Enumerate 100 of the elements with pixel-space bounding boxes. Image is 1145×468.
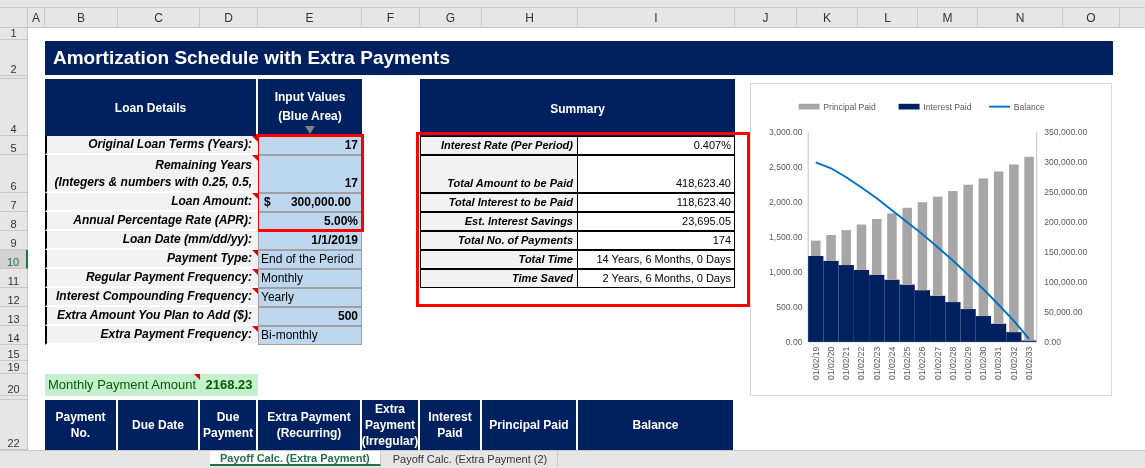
field-label: Annual Percentage Rate (APR): — [45, 212, 258, 231]
field-value[interactable]: 17 — [258, 155, 362, 193]
column-header[interactable]: L — [858, 8, 918, 28]
legend-label: Interest Paid — [923, 101, 972, 112]
axis-label: 01/02/32 — [1008, 346, 1019, 380]
row-header[interactable]: 6 — [0, 155, 28, 193]
interest-bar — [930, 295, 946, 342]
principal-bar — [841, 230, 851, 266]
column-header[interactable]: H — [482, 8, 578, 28]
table-header: Extra Payment (Recurring) — [258, 400, 362, 450]
axis-label: 01/02/26 — [917, 346, 928, 380]
principal-bar — [811, 240, 821, 256]
axis-label: 2,500.00 — [769, 162, 803, 173]
column-header[interactable]: G — [420, 8, 482, 28]
axis-label: 350,000.00 — [1044, 127, 1088, 138]
field-label: Loan Amount: — [45, 193, 258, 212]
field-value[interactable]: $ 300,000.00 — [258, 193, 362, 212]
header-filler — [1120, 8, 1145, 28]
row-header[interactable]: 2 — [0, 40, 28, 76]
axis-label: 01/02/27 — [932, 346, 943, 380]
column-header[interactable]: K — [797, 8, 858, 28]
column-header[interactable]: D — [200, 8, 258, 28]
axis-label: 1,000.00 — [769, 266, 803, 277]
column-header[interactable]: J — [735, 8, 797, 28]
column-header[interactable]: A — [28, 8, 45, 28]
row-header[interactable]: 7 — [0, 193, 28, 212]
summary-value: 0.407% — [578, 136, 735, 155]
axis-label: 01/02/31 — [993, 346, 1004, 380]
field-label: Original Loan Terms (Years): — [45, 136, 258, 155]
table-header: Extra Payment (Irregular) — [362, 400, 420, 450]
field-value[interactable]: Yearly — [258, 288, 362, 307]
axis-label: 2,000.00 — [769, 197, 803, 208]
select-all-corner[interactable] — [0, 8, 28, 28]
axis-label: 01/02/24 — [886, 346, 897, 380]
axis-label: 01/02/25 — [902, 346, 913, 380]
header-cell: Loan Details — [45, 79, 258, 136]
summary-value: 14 Years, 6 Months, 0 Days — [578, 250, 735, 269]
field-label: Loan Date (mm/dd/yy): — [45, 231, 258, 250]
row-header[interactable]: 4 — [0, 79, 28, 136]
column-header[interactable]: M — [918, 8, 978, 28]
dropdown-arrow-icon — [305, 126, 315, 134]
currency-symbol: $ — [264, 194, 271, 211]
axis-label: 300,000.00 — [1044, 157, 1088, 168]
header-cell: Summary — [420, 79, 735, 139]
row-header[interactable]: 10 — [0, 250, 28, 269]
text: Balance — [1013, 101, 1045, 112]
legend-label: Principal Paid — [823, 101, 876, 112]
table-header: Due Date — [118, 400, 200, 450]
interest-bar — [945, 302, 961, 342]
column-header[interactable]: E — [258, 8, 362, 28]
field-value[interactable]: End of the Period — [258, 250, 362, 269]
axis-label: 250,000.00 — [1044, 187, 1088, 198]
row-header[interactable]: 12 — [0, 288, 28, 307]
row-header[interactable]: 1 — [0, 28, 28, 40]
axis-label: 01/02/22 — [856, 346, 867, 380]
payment-label: Monthly Payment Amount — [45, 374, 200, 396]
row-header[interactable]: 15 — [0, 345, 28, 361]
field-value[interactable]: 500 — [258, 307, 362, 326]
summary-value: 174 — [578, 231, 735, 250]
principal-bar — [856, 224, 867, 270]
row-header[interactable]: 13 — [0, 307, 28, 326]
row-header[interactable]: 19 — [0, 361, 28, 374]
axis-label: 3,000.00 — [769, 127, 803, 138]
summary-label: Total No. of Payments — [420, 231, 578, 250]
axis-label: 01/02/33 — [1023, 346, 1034, 380]
summary-label: Total Amount to be Paid — [420, 155, 578, 193]
column-header[interactable]: N — [978, 8, 1063, 28]
table-header: Interest Paid — [420, 400, 482, 450]
axis-label: 01/02/20 — [825, 346, 836, 380]
column-header[interactable]: C — [118, 8, 200, 28]
table-header: Balance — [578, 400, 735, 450]
field-value[interactable]: Monthly — [258, 269, 362, 288]
row-header[interactable]: 22 — [0, 400, 28, 450]
row-header[interactable]: 9 — [0, 231, 28, 250]
axis-label: 01/02/23 — [871, 346, 882, 380]
principal-bar — [826, 235, 836, 261]
axis-label: 01/02/21 — [841, 346, 852, 380]
axis-label: 1,500.00 — [769, 232, 803, 242]
summary-value: 118,623.40 — [578, 193, 735, 212]
column-header[interactable]: I — [578, 8, 735, 28]
field-value[interactable]: Bi-monthly — [258, 326, 362, 345]
row-header[interactable]: 14 — [0, 326, 28, 345]
column-header[interactable]: F — [362, 8, 420, 28]
row-header[interactable]: 11 — [0, 269, 28, 288]
axis-label: 01/02/19 — [810, 346, 821, 380]
summary-label: Interest Rate (Per Period) — [420, 136, 578, 155]
row-header[interactable]: 20 — [0, 374, 28, 396]
axis-label: 150,000.00 — [1044, 246, 1088, 257]
interest-bar — [869, 274, 885, 342]
column-header[interactable]: O — [1063, 8, 1120, 28]
summary-label: Time Saved — [420, 269, 578, 288]
axis-label: 01/02/28 — [947, 346, 958, 380]
axis-label: 500.00 — [776, 301, 803, 312]
field-label: Extra Amount You Plan to Add ($): — [45, 307, 258, 326]
axis-label: 0.00 — [785, 336, 803, 347]
column-header[interactable]: B — [45, 8, 118, 28]
row-header[interactable]: 8 — [0, 212, 28, 231]
sheet-tab[interactable]: Payoff Calc. (Extra Payment) — [210, 451, 381, 466]
payment-value: 2168.23 — [200, 374, 258, 396]
row-header[interactable]: 5 — [0, 136, 28, 155]
